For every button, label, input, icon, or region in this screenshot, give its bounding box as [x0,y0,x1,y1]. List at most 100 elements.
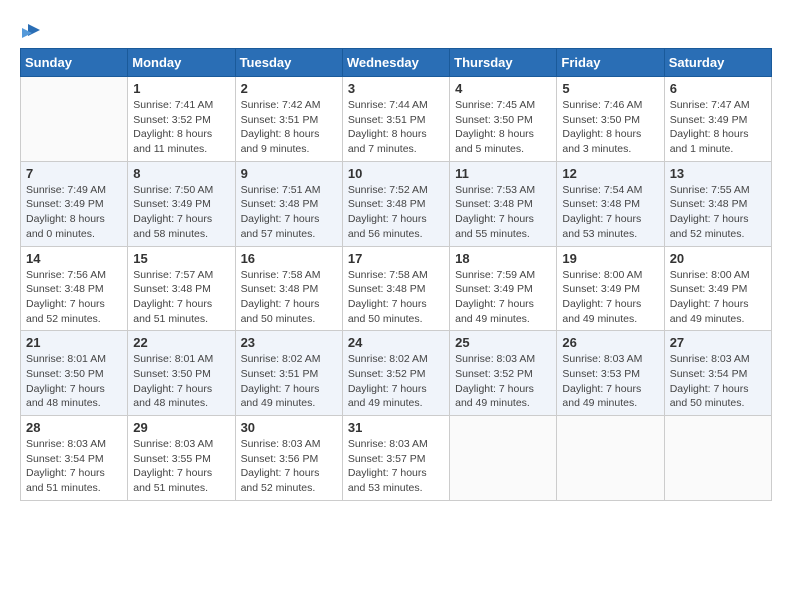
cell-content: Sunrise: 7:54 AM Sunset: 3:48 PM Dayligh… [562,183,658,242]
day-number: 27 [670,335,766,350]
cell-content: Sunrise: 7:41 AM Sunset: 3:52 PM Dayligh… [133,98,229,157]
cell-content: Sunrise: 7:46 AM Sunset: 3:50 PM Dayligh… [562,98,658,157]
cell-content: Sunrise: 7:49 AM Sunset: 3:49 PM Dayligh… [26,183,122,242]
cell-content: Sunrise: 7:58 AM Sunset: 3:48 PM Dayligh… [348,268,444,327]
calendar-cell: 31 Sunrise: 8:03 AM Sunset: 3:57 PM Dayli… [342,416,449,501]
day-number: 21 [26,335,122,350]
day-number: 30 [241,420,337,435]
cell-content: Sunrise: 7:50 AM Sunset: 3:49 PM Dayligh… [133,183,229,242]
calendar-cell: 11Sunrise: 7:53 AM Sunset: 3:48 PM Dayli… [450,161,557,246]
cell-content: Sunrise: 8:00 AM Sunset: 3:49 PM Dayligh… [670,268,766,327]
day-number: 31 [348,420,444,435]
day-number: 14 [26,251,122,266]
cell-content: Sunrise: 8:03 AM Sunset: 3:54 PM Dayligh… [26,437,122,496]
day-number: 3 [348,81,444,96]
cell-content: Sunrise: 7:55 AM Sunset: 3:48 PM Dayligh… [670,183,766,242]
day-number: 28 [26,420,122,435]
calendar-week-row: 21 Sunrise: 8:01 AM Sunset: 3:50 PM Dayli… [21,331,772,416]
day-number: 6 [670,81,766,96]
calendar-cell: 14 Sunrise: 7:56 AM Sunset: 3:48 PM Dayli… [21,246,128,331]
cell-content: Sunrise: 7:44 AM Sunset: 3:51 PM Dayligh… [348,98,444,157]
cell-content: Sunrise: 7:58 AM Sunset: 3:48 PM Dayligh… [241,268,337,327]
cell-content: Sunrise: 8:03 AM Sunset: 3:55 PM Dayligh… [133,437,229,496]
day-number: 8 [133,166,229,181]
day-number: 17 [348,251,444,266]
day-number: 22 [133,335,229,350]
calendar-cell: 27Sunrise: 8:03 AM Sunset: 3:54 PM Dayli… [664,331,771,416]
column-header-tuesday: Tuesday [235,49,342,77]
column-header-friday: Friday [557,49,664,77]
column-header-thursday: Thursday [450,49,557,77]
column-header-sunday: Sunday [21,49,128,77]
cell-content: Sunrise: 7:57 AM Sunset: 3:48 PM Dayligh… [133,268,229,327]
calendar-cell: 6 Sunrise: 7:47 AM Sunset: 3:49 PM Daylig… [664,77,771,162]
calendar-cell: 21 Sunrise: 8:01 AM Sunset: 3:50 PM Dayli… [21,331,128,416]
calendar-cell: 4Sunrise: 7:45 AM Sunset: 3:50 PM Daylig… [450,77,557,162]
calendar-cell: 30 Sunrise: 8:03 AM Sunset: 3:56 PM Dayli… [235,416,342,501]
column-header-monday: Monday [128,49,235,77]
cell-content: Sunrise: 8:03 AM Sunset: 3:52 PM Dayligh… [455,352,551,411]
cell-content: Sunrise: 7:59 AM Sunset: 3:49 PM Dayligh… [455,268,551,327]
calendar-week-row: 14 Sunrise: 7:56 AM Sunset: 3:48 PM Dayli… [21,246,772,331]
day-number: 23 [241,335,337,350]
day-number: 2 [241,81,337,96]
day-number: 11 [455,166,551,181]
cell-content: Sunrise: 7:52 AM Sunset: 3:48 PM Dayligh… [348,183,444,242]
cell-content: Sunrise: 7:42 AM Sunset: 3:51 PM Dayligh… [241,98,337,157]
calendar-cell: 2 Sunrise: 7:42 AM Sunset: 3:51 PM Daylig… [235,77,342,162]
calendar-week-row: 28 Sunrise: 8:03 AM Sunset: 3:54 PM Dayli… [21,416,772,501]
cell-content: Sunrise: 8:00 AM Sunset: 3:49 PM Dayligh… [562,268,658,327]
calendar-cell: 19 Sunrise: 8:00 AM Sunset: 3:49 PM Dayli… [557,246,664,331]
column-header-wednesday: Wednesday [342,49,449,77]
calendar-cell: 29 Sunrise: 8:03 AM Sunset: 3:55 PM Dayli… [128,416,235,501]
calendar-cell: 1 Sunrise: 7:41 AM Sunset: 3:52 PM Daylig… [128,77,235,162]
calendar-cell: 26 Sunrise: 8:03 AM Sunset: 3:53 PM Dayli… [557,331,664,416]
day-number: 9 [241,166,337,181]
cell-content: Sunrise: 8:03 AM Sunset: 3:56 PM Dayligh… [241,437,337,496]
calendar-cell: 16Sunrise: 7:58 AM Sunset: 3:48 PM Dayli… [235,246,342,331]
day-number: 18 [455,251,551,266]
day-number: 1 [133,81,229,96]
calendar-cell [21,77,128,162]
calendar-cell: 23 Sunrise: 8:02 AM Sunset: 3:51 PM Dayli… [235,331,342,416]
calendar-cell: 12 Sunrise: 7:54 AM Sunset: 3:48 PM Dayli… [557,161,664,246]
calendar-cell: 22Sunrise: 8:01 AM Sunset: 3:50 PM Dayli… [128,331,235,416]
calendar-week-row: 7 Sunrise: 7:49 AM Sunset: 3:49 PM Daylig… [21,161,772,246]
calendar-cell: 10Sunrise: 7:52 AM Sunset: 3:48 PM Dayli… [342,161,449,246]
day-number: 20 [670,251,766,266]
day-number: 12 [562,166,658,181]
column-header-saturday: Saturday [664,49,771,77]
calendar-cell [664,416,771,501]
day-number: 7 [26,166,122,181]
calendar-week-row: 1 Sunrise: 7:41 AM Sunset: 3:52 PM Daylig… [21,77,772,162]
day-number: 4 [455,81,551,96]
day-number: 24 [348,335,444,350]
day-number: 5 [562,81,658,96]
calendar-header-row: SundayMondayTuesdayWednesdayThursdayFrid… [21,49,772,77]
day-number: 29 [133,420,229,435]
cell-content: Sunrise: 7:56 AM Sunset: 3:48 PM Dayligh… [26,268,122,327]
logo [20,20,42,38]
cell-content: Sunrise: 7:51 AM Sunset: 3:48 PM Dayligh… [241,183,337,242]
calendar-cell: 25Sunrise: 8:03 AM Sunset: 3:52 PM Dayli… [450,331,557,416]
day-number: 26 [562,335,658,350]
cell-content: Sunrise: 7:47 AM Sunset: 3:49 PM Dayligh… [670,98,766,157]
calendar-cell: 8 Sunrise: 7:50 AM Sunset: 3:49 PM Daylig… [128,161,235,246]
calendar-cell: 24Sunrise: 8:02 AM Sunset: 3:52 PM Dayli… [342,331,449,416]
calendar-cell: 9 Sunrise: 7:51 AM Sunset: 3:48 PM Daylig… [235,161,342,246]
calendar-cell: 7 Sunrise: 7:49 AM Sunset: 3:49 PM Daylig… [21,161,128,246]
cell-content: Sunrise: 8:03 AM Sunset: 3:57 PM Dayligh… [348,437,444,496]
calendar-cell: 20 Sunrise: 8:00 AM Sunset: 3:49 PM Dayli… [664,246,771,331]
calendar-cell [557,416,664,501]
calendar-cell: 17 Sunrise: 7:58 AM Sunset: 3:48 PM Dayli… [342,246,449,331]
cell-content: Sunrise: 8:03 AM Sunset: 3:53 PM Dayligh… [562,352,658,411]
logo-icon [20,20,42,42]
day-number: 15 [133,251,229,266]
calendar-table: SundayMondayTuesdayWednesdayThursdayFrid… [20,48,772,501]
day-number: 19 [562,251,658,266]
cell-content: Sunrise: 8:02 AM Sunset: 3:51 PM Dayligh… [241,352,337,411]
cell-content: Sunrise: 8:01 AM Sunset: 3:50 PM Dayligh… [26,352,122,411]
page-header [20,20,772,38]
calendar-cell: 5 Sunrise: 7:46 AM Sunset: 3:50 PM Daylig… [557,77,664,162]
day-number: 13 [670,166,766,181]
